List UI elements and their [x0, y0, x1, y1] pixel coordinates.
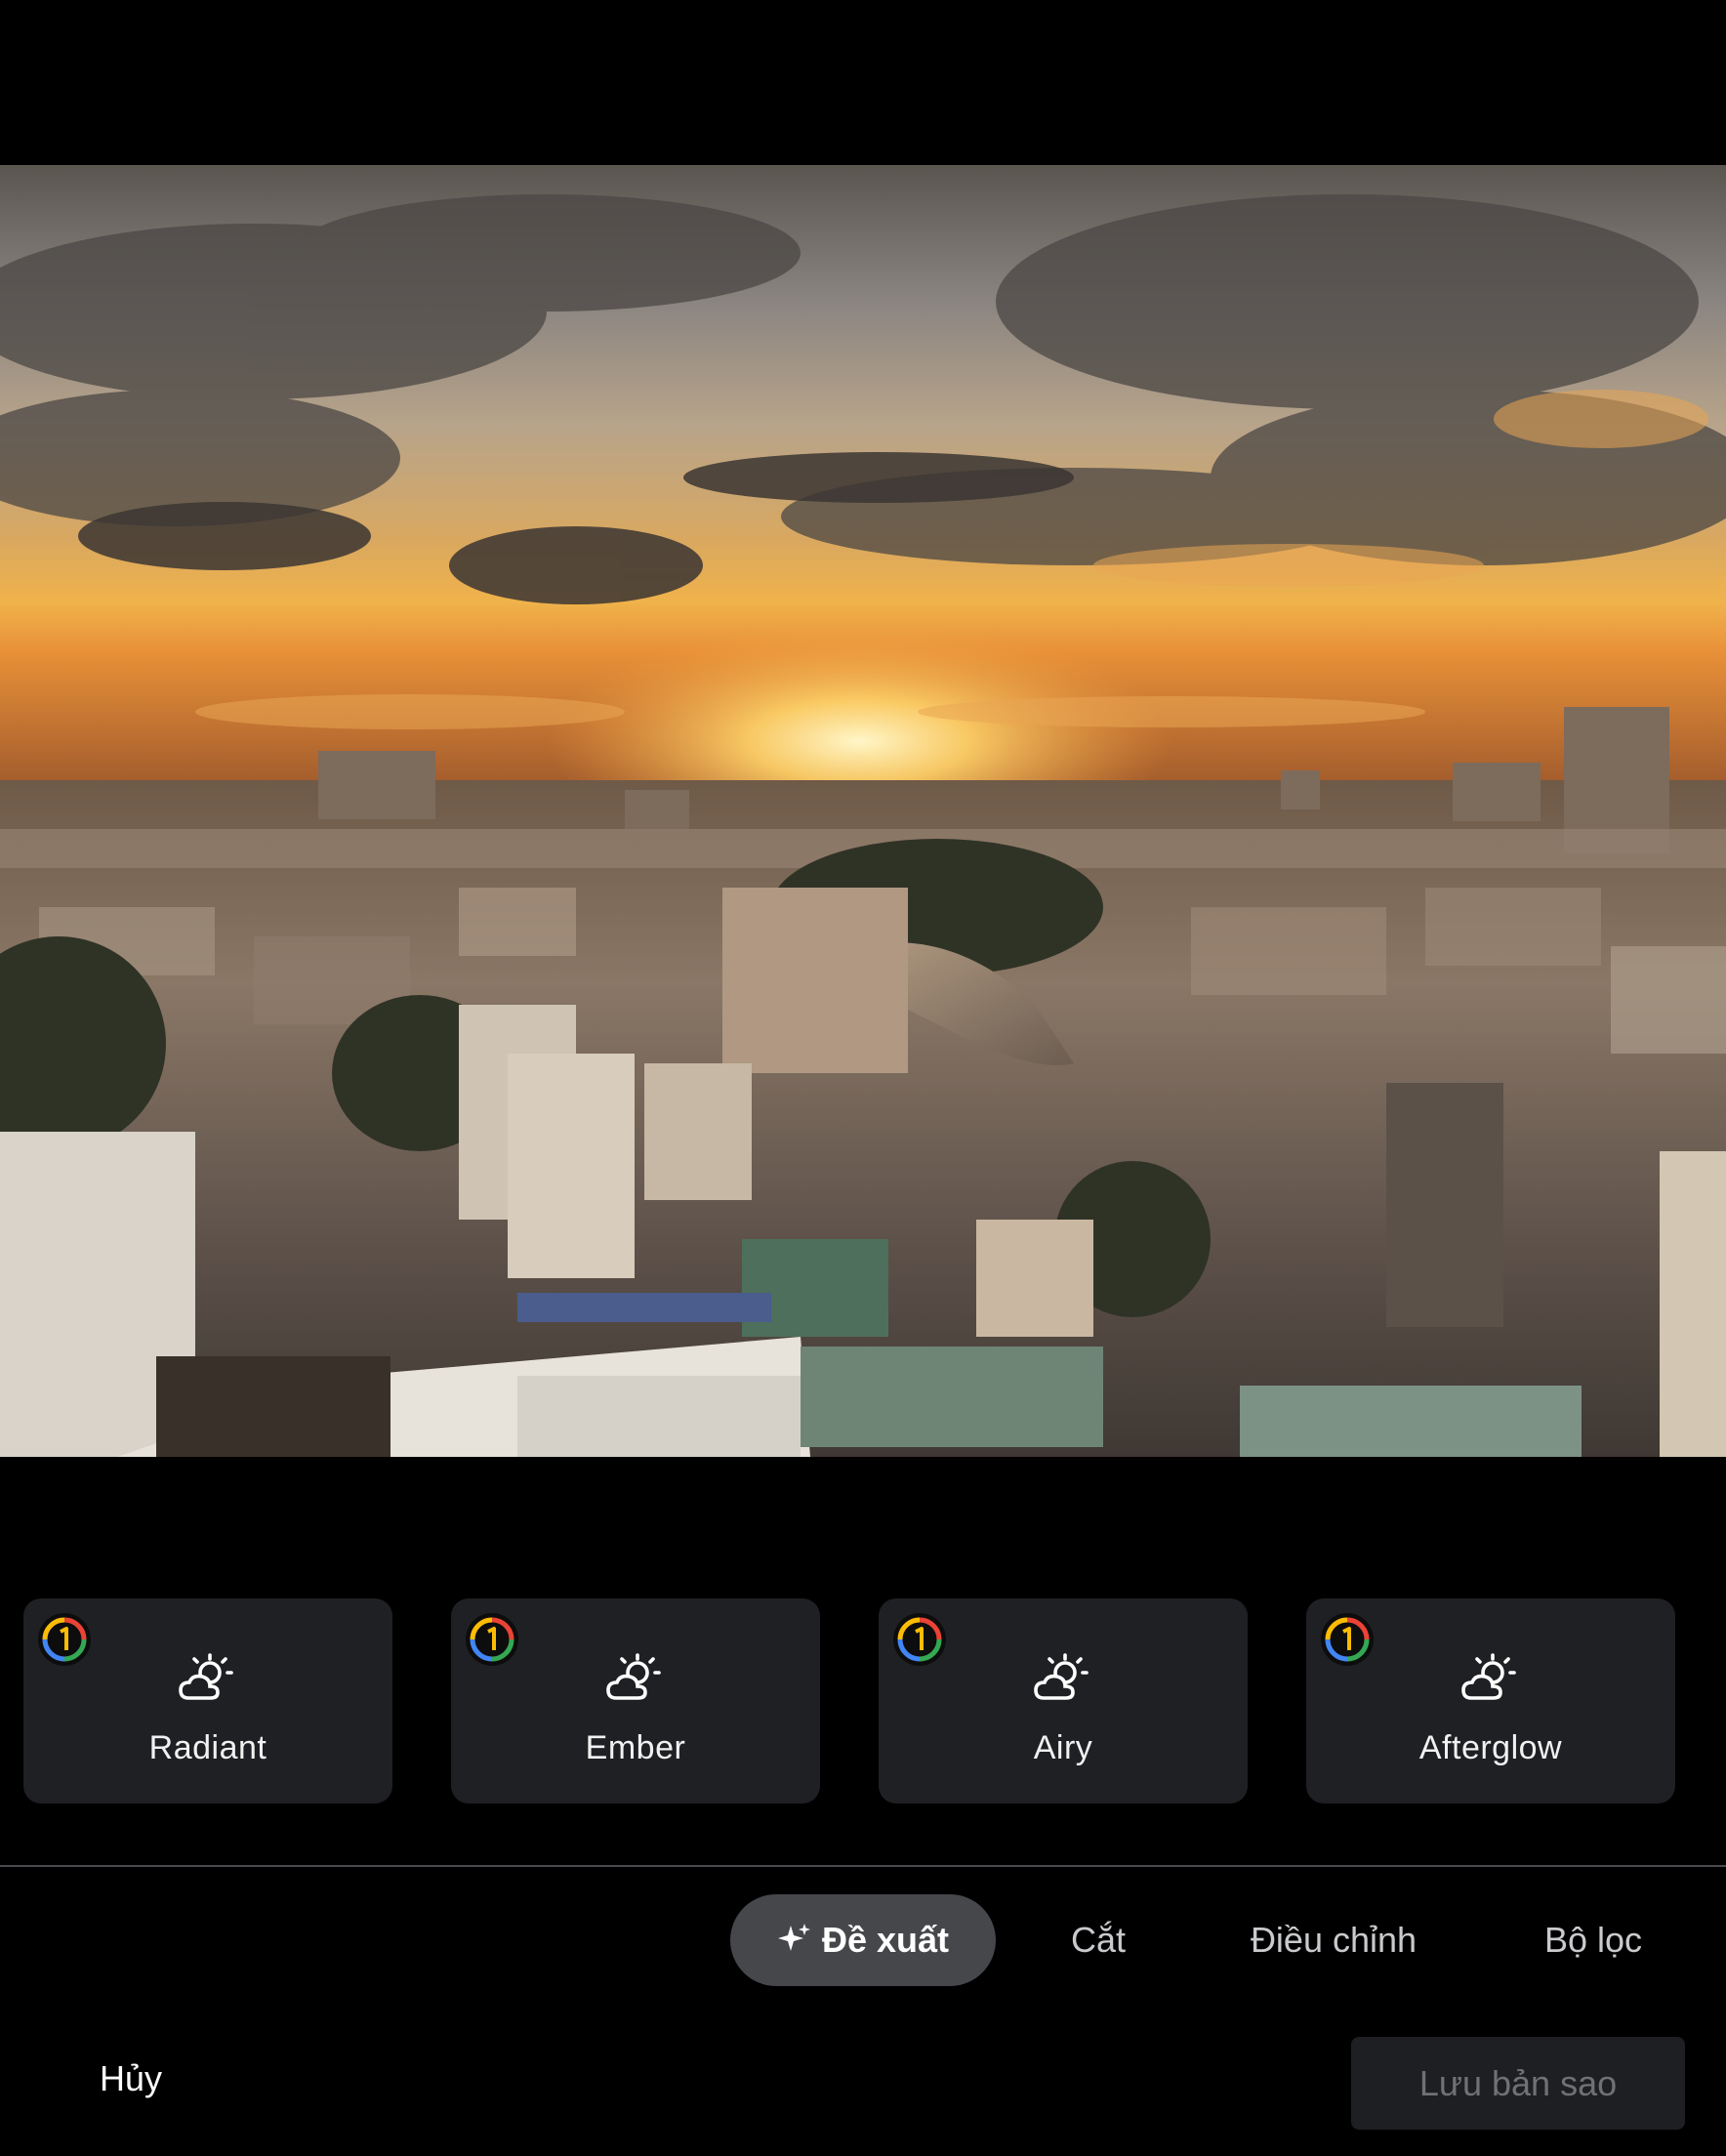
photo-preview: [0, 165, 1726, 1457]
suggestion-label: Airy: [1033, 1729, 1093, 1766]
tab-adjust[interactable]: Điều chỉnh: [1232, 1894, 1435, 1986]
weather-sun-cloud-icon: [1461, 1653, 1516, 1700]
suggestion-cards: Radiant Ember Airy Afterglow: [0, 1598, 1726, 1804]
tab-crop[interactable]: Cắt: [1047, 1894, 1150, 1986]
tab-adjust-label: Điều chỉnh: [1250, 1920, 1418, 1960]
suggestion-card-radiant[interactable]: Radiant: [23, 1598, 392, 1804]
tab-suggestions[interactable]: Đề xuất: [730, 1894, 996, 1986]
google-one-icon: [893, 1613, 946, 1666]
suggestion-card-afterglow[interactable]: Afterglow: [1306, 1598, 1675, 1804]
tab-crop-label: Cắt: [1070, 1920, 1127, 1960]
suggestion-card-ember[interactable]: Ember: [451, 1598, 820, 1804]
google-one-icon: [1321, 1613, 1374, 1666]
suggestion-label: Radiant: [148, 1729, 267, 1766]
google-one-icon: [38, 1613, 91, 1666]
weather-sun-cloud-icon: [179, 1653, 233, 1700]
suggestion-label: Afterglow: [1418, 1729, 1563, 1766]
save-copy-button[interactable]: Lưu bản sao: [1351, 2037, 1685, 2130]
toolbar-divider: [0, 1865, 1726, 1867]
weather-sun-cloud-icon: [1034, 1653, 1089, 1700]
cancel-button[interactable]: Hủy: [100, 2058, 162, 2099]
sunset-cityscape-image: [0, 165, 1726, 1457]
tab-filters[interactable]: Bộ lọc: [1525, 1894, 1662, 1986]
tab-suggestions-label: Đề xuất: [821, 1920, 950, 1960]
tab-filters-label: Bộ lọc: [1543, 1920, 1643, 1960]
google-one-icon: [466, 1613, 518, 1666]
sparkle-icon: [777, 1924, 810, 1951]
weather-sun-cloud-icon: [606, 1653, 661, 1700]
suggestion-card-airy[interactable]: Airy: [879, 1598, 1248, 1804]
suggestion-label: Ember: [585, 1729, 686, 1766]
